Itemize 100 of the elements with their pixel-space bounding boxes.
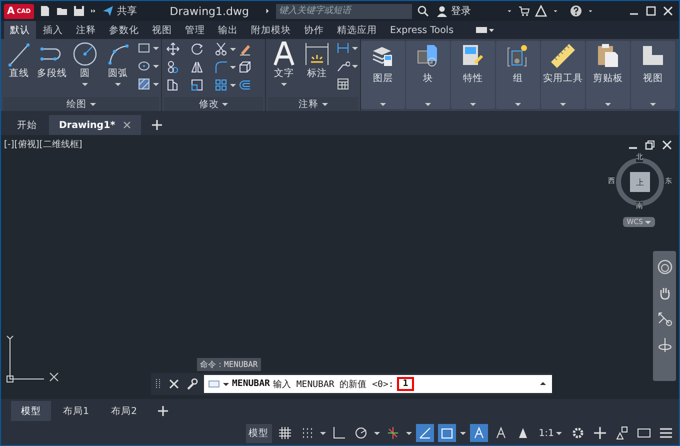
caret-icon <box>322 101 328 107</box>
scissors-icon[interactable] <box>214 42 228 56</box>
panel-title[interactable]: 绘图 <box>3 97 159 111</box>
cart-icon[interactable] <box>518 5 530 17</box>
annotation-scale-icon[interactable] <box>470 424 488 442</box>
grip-icon[interactable] <box>155 378 162 390</box>
mirror-icon[interactable] <box>190 60 204 74</box>
new-file-icon[interactable] <box>38 5 51 17</box>
open-folder-icon[interactable] <box>56 5 68 17</box>
copy-icon[interactable] <box>166 60 180 74</box>
stretch-icon[interactable] <box>166 78 180 92</box>
leader-icon[interactable] <box>336 59 350 73</box>
ellipse-icon[interactable] <box>137 59 151 73</box>
dimension-icon <box>304 41 330 67</box>
wrench-icon[interactable] <box>186 378 198 390</box>
rectangle-icon[interactable] <box>137 41 151 55</box>
layout-tab[interactable]: 布局1 <box>53 401 100 421</box>
ribbon-tab[interactable]: Express Tools <box>384 21 460 39</box>
orbit-icon[interactable] <box>656 337 672 353</box>
ribbon-tab[interactable]: 默认 <box>4 21 36 39</box>
rotate-icon[interactable] <box>190 42 204 56</box>
ribbon-tab[interactable]: 协作 <box>298 21 330 39</box>
caret-icon[interactable] <box>352 63 358 69</box>
ribbon-tab[interactable]: 管理 <box>179 21 211 39</box>
clipboard-icon <box>595 43 621 69</box>
caret-icon[interactable] <box>406 430 412 436</box>
caret-icon[interactable] <box>230 64 236 70</box>
caret-icon[interactable] <box>540 381 546 387</box>
model-button[interactable]: 模型 <box>246 424 272 442</box>
add-icon[interactable] <box>157 405 170 417</box>
ribbon-tab[interactable]: 输出 <box>212 21 244 39</box>
ruler-icon <box>550 43 576 69</box>
fillet-icon[interactable] <box>214 60 228 74</box>
steering-wheel-icon[interactable] <box>656 259 672 275</box>
ribbon-tab[interactable]: 插入 <box>37 21 69 39</box>
search-icon[interactable] <box>416 5 429 17</box>
search-field[interactable]: 键入关键字或短语 <box>276 4 412 18</box>
box-icon[interactable] <box>238 60 252 74</box>
ribbon-panel-button[interactable]: 特性 <box>451 41 495 109</box>
file-tab[interactable]: Drawing1* <box>49 115 142 135</box>
ribbon-tab[interactable]: 附加模块 <box>245 21 297 39</box>
caret-icon <box>650 103 656 106</box>
caret-icon[interactable] <box>352 45 358 51</box>
layout-tab[interactable]: 布局2 <box>101 401 148 421</box>
caret-icon <box>115 83 121 86</box>
ribbon-panel-button[interactable]: 组 <box>496 41 540 109</box>
eraser-icon[interactable] <box>238 42 252 56</box>
panel-title[interactable]: 注释 <box>268 97 358 111</box>
panel-toggle-icon[interactable] <box>474 25 495 35</box>
sign-in-button[interactable]: 登录 <box>436 4 471 18</box>
panel-title[interactable]: 修改 <box>164 97 263 111</box>
caret-icon[interactable] <box>230 82 236 88</box>
add-icon[interactable] <box>151 119 164 131</box>
ribbon-panel-button[interactable]: 实用工具 <box>541 41 585 109</box>
share-button[interactable]: 共享 <box>102 4 137 18</box>
hatch-icon[interactable] <box>137 77 151 91</box>
caret-icon[interactable] <box>230 46 236 52</box>
viewport-label[interactable]: [-][俯视][二维线框] <box>4 138 82 151</box>
caret-icon[interactable] <box>223 381 229 387</box>
ribbon-panel-button[interactable]: 剪贴板 <box>586 41 630 109</box>
annotation-tool-button[interactable]: 标注 <box>301 41 333 80</box>
plus-icon[interactable] <box>591 424 609 442</box>
caret-icon[interactable] <box>153 81 159 87</box>
restore-icon[interactable] <box>644 139 656 151</box>
offset-icon[interactable] <box>238 78 252 92</box>
annotation-tool-button[interactable]: 文字 <box>268 41 300 86</box>
draw-tool-button[interactable]: 圆 <box>69 41 101 86</box>
caret-icon[interactable] <box>374 430 380 436</box>
selection-icon[interactable] <box>438 424 456 442</box>
layout-tab[interactable]: 模型 <box>11 401 51 421</box>
ribbon-tab[interactable]: 视图 <box>146 21 178 39</box>
line-weight-icon[interactable] <box>416 424 434 442</box>
move-icon[interactable] <box>166 42 180 56</box>
scale-icon[interactable] <box>190 78 204 92</box>
caret-icon[interactable] <box>460 430 466 436</box>
command-input[interactable]: 1 <box>396 377 414 391</box>
draw-tool-button[interactable]: 直线 <box>3 41 35 80</box>
draw-tool-button[interactable]: 圆弧 <box>102 41 134 86</box>
caret-icon[interactable] <box>153 63 159 69</box>
ribbon-panel-button[interactable]: 视图 <box>631 41 675 109</box>
caret-icon <box>82 83 88 86</box>
caret-icon[interactable] <box>153 45 159 51</box>
ribbon-tab[interactable]: 参数化 <box>103 21 145 39</box>
scale-dropdown[interactable]: 1:1 <box>536 424 565 442</box>
circle-icon <box>72 41 98 67</box>
array-icon[interactable] <box>214 78 228 92</box>
ribbon-panel-button[interactable]: 块 <box>406 41 450 109</box>
zoom-icon[interactable] <box>656 311 672 327</box>
ribbon-panel-button[interactable]: 图层 <box>361 41 405 109</box>
file-tab[interactable]: 开始 <box>7 115 47 135</box>
maximize-icon[interactable] <box>645 5 657 17</box>
help-icon[interactable] <box>570 5 582 17</box>
ribbon-tab[interactable]: 注释 <box>70 21 102 39</box>
ribbon-tab[interactable]: 精选应用 <box>331 21 383 39</box>
triangle-icon[interactable] <box>534 5 547 17</box>
draw-tool-button[interactable]: 多段线 <box>36 41 68 80</box>
linear-dimension-icon[interactable] <box>336 41 350 55</box>
caret-icon[interactable] <box>320 430 326 436</box>
save-icon[interactable] <box>72 5 85 17</box>
table-icon[interactable] <box>336 77 350 91</box>
